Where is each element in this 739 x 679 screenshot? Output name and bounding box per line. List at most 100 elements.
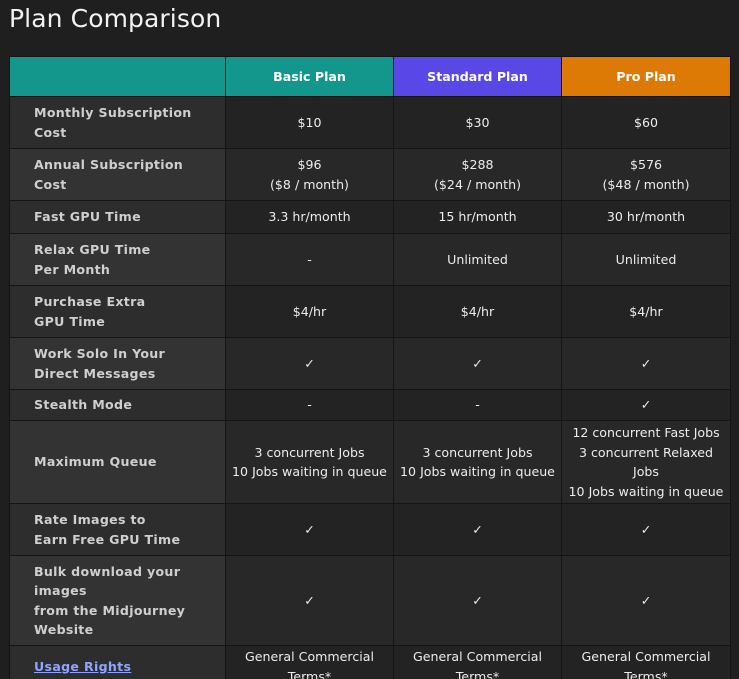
cell-standard-plan: ✓ <box>393 337 562 390</box>
row-label-maximum-queue: Maximum Queue <box>9 420 226 504</box>
cell-value: $60 <box>633 114 659 130</box>
row-label-text: Website <box>34 622 94 637</box>
cell-value: 3 concurrent Jobs <box>422 444 533 460</box>
row-label-usage-rights[interactable]: Usage Rights <box>9 645 226 679</box>
cell-standard-plan: ✓ <box>393 555 562 646</box>
cell-basic-plan: $4/hr <box>225 285 394 338</box>
cell-pro-plan: 12 concurrent Fast Jobs 3 concurrent Rela… <box>561 420 731 504</box>
cell-standard-plan: 15 hr/month <box>393 200 562 234</box>
usage-rights-link[interactable]: Usage Rights <box>34 657 217 677</box>
cell-value: - <box>307 251 312 267</box>
table-row: Usage Rights General Commercial Terms* Gene… <box>9 645 731 679</box>
cell-basic-plan: 3 concurrent Jobs 10 Jobs waiting in queu… <box>225 420 394 504</box>
row-label-text: GPU Time <box>34 313 106 329</box>
row-label-rate-images-to-earn-free-gpu-time: Rate Images to Earn Free GPU Time <box>9 503 226 556</box>
cell-value: 3 concurrent Jobs <box>254 444 365 460</box>
page-title: Plan Comparison <box>9 4 222 33</box>
table-row: Monthly Subscription Cost $10 $30 $60 <box>9 96 731 149</box>
row-label-work-solo-in-your-direct-messages: Work Solo In Your Direct Messages <box>9 337 226 390</box>
header-pro-plan: Pro Plan <box>561 56 731 97</box>
table-header-row: Basic Plan Standard Plan Pro Plan <box>9 56 731 97</box>
cell-value: $288 <box>461 157 494 172</box>
row-label-text: Earn Free GPU Time <box>34 531 181 547</box>
cell-value: General Commercial <box>413 649 542 664</box>
table-row: Bulk download your images from the Midjour… <box>9 555 731 646</box>
cell-basic-plan: ✓ <box>225 503 394 556</box>
cell-basic-plan: ✓ <box>225 337 394 390</box>
row-label-text: Annual Subscription Cost <box>34 157 184 192</box>
cell-value: Unlimited <box>615 251 677 267</box>
row-label-text: Relax GPU Time <box>34 242 151 257</box>
row-label-fast-gpu-time: Fast GPU Time <box>9 200 226 234</box>
cell-value: General Commercial <box>245 649 374 664</box>
cell-value: Terms* <box>455 668 500 679</box>
cell-standard-plan: $4/hr <box>393 285 562 338</box>
row-label-text: Per Month <box>34 261 111 277</box>
check-icon: ✓ <box>304 521 315 537</box>
cell-value: $576 <box>629 157 663 172</box>
table-row: Relax GPU Time Per Month - Unlimited Unlimit… <box>9 233 731 286</box>
check-icon: ✓ <box>472 355 483 371</box>
row-label-monthly-subscription-cost: Monthly Subscription Cost <box>9 96 226 149</box>
cell-value: Unlimited <box>447 251 508 267</box>
cell-value: Terms* <box>287 668 332 679</box>
cell-value: General Commercial <box>581 649 711 664</box>
check-icon: ✓ <box>640 355 652 371</box>
table-row: Stealth Mode - - ✓ <box>9 389 731 421</box>
row-label-text: Maximum Queue <box>34 454 157 470</box>
cell-value: Jobs <box>633 464 659 479</box>
cell-standard-plan: - <box>393 389 562 421</box>
cell-value: 10 Jobs waiting in queue <box>568 483 724 499</box>
cell-basic-plan: - <box>225 389 394 421</box>
cell-pro-plan: 30 hr/month <box>561 200 731 234</box>
cell-standard-plan: $30 <box>393 96 562 149</box>
cell-basic-plan: ✓ <box>225 555 394 646</box>
header-corner-cell <box>9 56 226 97</box>
cell-value: 10 Jobs waiting in queue <box>400 464 555 479</box>
cell-pro-plan: $576 ($48 / month) <box>561 148 731 201</box>
cell-value: 12 concurrent Fast Jobs <box>572 425 720 440</box>
cell-standard-plan: 3 concurrent Jobs 10 Jobs waiting in queu… <box>393 420 562 504</box>
cell-value: - <box>307 397 312 413</box>
cell-value: 10 Jobs waiting in queue <box>232 464 387 479</box>
table-row: Purchase Extra GPU Time $4/hr $4/hr $4/hr <box>9 285 731 338</box>
row-label-text: images <box>34 583 87 598</box>
row-label-purchase-extra-gpu-time: Purchase Extra GPU Time <box>9 285 226 338</box>
cell-value: $30 <box>465 114 490 130</box>
check-icon: ✓ <box>640 521 652 537</box>
check-icon: ✓ <box>304 592 315 608</box>
check-icon: ✓ <box>640 397 652 413</box>
check-icon: ✓ <box>472 521 483 537</box>
cell-value: ($24 / month) <box>434 176 521 192</box>
cell-pro-plan: ✓ <box>561 389 731 421</box>
cell-pro-plan: General Commercial Terms* <box>561 645 731 679</box>
cell-pro-plan: ✓ <box>561 337 731 390</box>
cell-pro-plan: $4/hr <box>561 285 731 338</box>
row-label-text: Stealth Mode <box>34 397 133 413</box>
cell-basic-plan: - <box>225 233 394 286</box>
row-label-bulk-download-your-images-from-the-midjourney-website: Bulk download your images from the Midjour… <box>9 555 226 646</box>
row-label-text: Monthly Subscription <box>34 105 192 120</box>
row-label-text: Work Solo In Your <box>34 346 166 361</box>
check-icon: ✓ <box>640 592 652 608</box>
row-label-stealth-mode: Stealth Mode <box>9 389 226 421</box>
cell-basic-plan: $96 ($8 / month) <box>225 148 394 201</box>
row-label-text: Cost <box>34 124 67 140</box>
cell-value: $96 <box>297 157 322 172</box>
check-icon: ✓ <box>304 355 315 371</box>
cell-value: 3.3 hr/month <box>268 209 351 225</box>
plan-comparison-table: Basic Plan Standard Plan Pro Plan Monthl… <box>9 56 731 679</box>
cell-basic-plan: General Commercial Terms* <box>225 645 394 679</box>
row-label-text: Rate Images to <box>34 512 146 527</box>
row-label-text: Bulk download your <box>34 563 181 579</box>
table-row: Maximum Queue 3 concurrent Jobs 10 Jobs wa… <box>9 420 731 504</box>
row-label-relax-gpu-time-per-month: Relax GPU Time Per Month <box>9 233 226 286</box>
cell-value: - <box>475 397 480 413</box>
cell-value: $10 <box>297 114 322 130</box>
row-label-text: Direct Messages <box>34 365 156 381</box>
header-basic-plan: Basic Plan <box>225 56 394 97</box>
row-label-text: Purchase Extra <box>34 294 146 309</box>
cell-value: 3 concurrent Relaxed <box>578 444 714 460</box>
row-label-text: Fast GPU Time <box>34 209 141 225</box>
cell-basic-plan: 3.3 hr/month <box>225 200 394 234</box>
